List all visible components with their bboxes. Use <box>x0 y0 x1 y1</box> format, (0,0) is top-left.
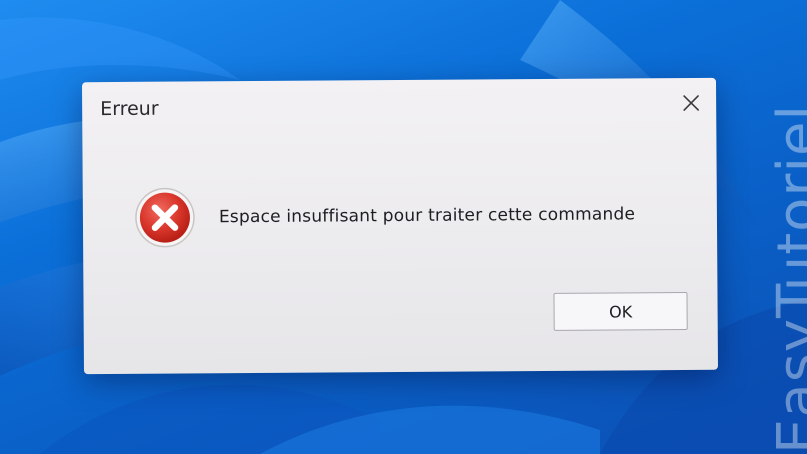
error-icon <box>135 187 195 248</box>
error-dialog: Erreur Espace insuffisant pour traiter c… <box>81 77 719 375</box>
dialog-title: Erreur <box>100 97 159 121</box>
close-icon <box>683 95 699 111</box>
watermark-text: EasyTutoriel <box>766 103 807 454</box>
error-message: Espace insuffisant pour traiter cette co… <box>218 204 636 228</box>
watermark: EasyTutoriel <box>735 0 807 454</box>
ok-button[interactable]: OK <box>553 291 688 331</box>
dialog-footer: OK <box>83 284 718 374</box>
dialog-body: Espace insuffisant pour traiter cette co… <box>133 182 636 250</box>
close-button[interactable] <box>674 88 708 118</box>
